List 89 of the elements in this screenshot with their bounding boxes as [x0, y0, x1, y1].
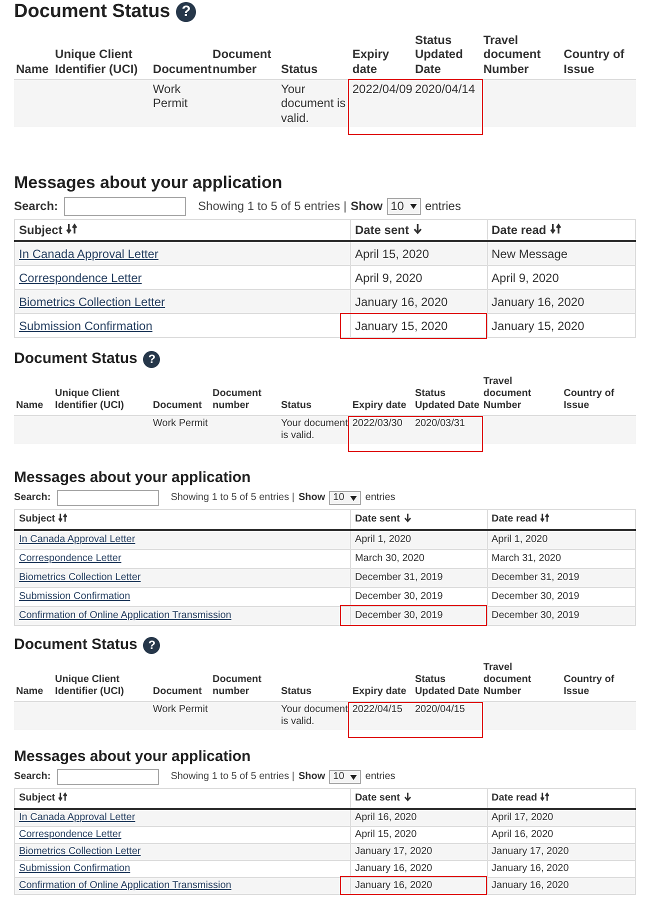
table-cell: December 30, 2019 — [487, 606, 636, 625]
column-header: Expiry date — [350, 660, 413, 702]
caret-icon — [350, 496, 358, 500]
caret-icon — [410, 204, 417, 209]
table-cell: Work Permit — [150, 702, 211, 730]
column-header: Status — [278, 30, 350, 80]
search-field[interactable] — [56, 490, 159, 506]
page-size-select[interactable]: 10 — [329, 491, 362, 505]
table-cell: 2020/04/14 — [412, 79, 482, 128]
table-cell: January 16, 2020 — [487, 860, 636, 877]
table-cell: 2020/03/31 — [412, 416, 482, 444]
table-cell: 2022/04/15 — [350, 702, 413, 730]
table-cell: April 16, 2020 — [487, 826, 636, 843]
table-cell: 2022/04/09 — [350, 79, 413, 128]
table-cell: January 16, 2020 — [487, 290, 636, 314]
column-header: Document — [150, 30, 211, 80]
table-cell: April 15, 2020 — [350, 826, 488, 843]
table-cell: Your document is valid. — [278, 79, 350, 128]
section-heading: Document Status — [14, 0, 170, 24]
help-icon[interactable]: ? — [176, 2, 196, 22]
table-cell: December 30, 2019 — [487, 587, 636, 606]
search-field[interactable] — [56, 769, 159, 785]
help-icon[interactable]: ? — [143, 636, 160, 654]
column-header: Travel document Number — [481, 30, 562, 80]
section-heading: Messages about your application — [14, 748, 252, 766]
entries-info: Showing 1 to 5 of 5 entries | — [198, 199, 347, 214]
column-header: Status Updated Date — [412, 30, 482, 80]
sort-descending-icon — [412, 223, 424, 235]
column-header: Document number — [210, 30, 279, 80]
entries-info: Showing 1 to 5 of 5 entries | — [170, 492, 294, 504]
message-link[interactable]: Submission Confirmation — [19, 590, 130, 602]
section-heading: Document Status — [14, 349, 138, 368]
message-link[interactable]: In Canada Approval Letter — [19, 534, 136, 544]
column-header: Expiry date — [350, 374, 413, 416]
section-heading: Messages about your application — [14, 173, 284, 194]
page-size-select[interactable]: 10 — [386, 198, 421, 215]
entries-label: entries — [365, 771, 396, 783]
table-cell: March 30, 2020 — [350, 549, 488, 568]
search-label: Search: — [14, 771, 51, 783]
column-header: Status Updated Date — [412, 374, 482, 416]
sort-icon — [540, 513, 550, 522]
table-cell: January 16, 2020 — [350, 290, 488, 314]
table-cell: January 16, 2020 — [350, 860, 488, 877]
column-header: Status Updated Date — [412, 660, 482, 702]
sort-icon — [540, 792, 550, 802]
table-cell: New Message — [487, 241, 636, 266]
table-cell: April 15, 2020 — [350, 241, 488, 266]
search-field[interactable] — [64, 196, 186, 216]
search-label: Search: — [14, 492, 51, 504]
column-header: Unique Client Identifier (UCI) — [53, 30, 151, 80]
table-cell: March 31, 2020 — [487, 549, 636, 568]
sort-descending-icon — [402, 792, 412, 802]
sort-icon — [66, 223, 78, 235]
table-cell: January 17, 2020 — [487, 843, 636, 860]
table-cell: January 17, 2020 — [350, 843, 488, 860]
table-cell: January 16, 2020 — [350, 877, 488, 894]
help-icon[interactable]: ? — [143, 350, 160, 368]
table-cell: Your document is valid. — [278, 416, 350, 444]
table-cell: 2020/04/15 — [412, 702, 482, 730]
column-header: Expiry date — [350, 30, 413, 80]
entries-info: Showing 1 to 5 of 5 entries | — [170, 771, 294, 783]
table-cell: December 30, 2019 — [350, 606, 488, 625]
message-link[interactable]: Correspondence Letter — [19, 552, 122, 564]
page-size-select[interactable]: 10 — [329, 770, 362, 784]
caret-icon — [350, 774, 358, 780]
section-heading: Document Status — [14, 635, 138, 654]
table-cell: January 15, 2020 — [487, 314, 636, 338]
table-cell: January 16, 2020 — [487, 877, 636, 894]
sort-descending-icon — [402, 513, 412, 522]
table-cell: Work Permit — [150, 79, 211, 128]
entries-label: entries — [365, 492, 396, 504]
sort-icon — [58, 792, 68, 802]
column-header: Name — [14, 30, 54, 80]
search-label: Search: — [14, 199, 58, 214]
table-cell: December 31, 2019 — [350, 568, 488, 587]
table-cell: December 31, 2019 — [487, 568, 636, 587]
sort-icon — [550, 223, 561, 235]
table-cell: Work Permit — [150, 416, 211, 444]
table-cell: 2022/03/30 — [350, 416, 413, 444]
table-cell: Your document is valid. — [278, 702, 350, 730]
show-label: Show — [298, 771, 326, 783]
message-link[interactable]: Correspondence Letter — [19, 828, 122, 840]
show-label: Show — [350, 199, 383, 214]
sort-icon — [58, 513, 68, 522]
entries-label: entries — [424, 199, 461, 214]
show-label: Show — [298, 492, 326, 504]
column-header: Country of Issue — [562, 30, 636, 80]
section-heading: Messages about your application — [14, 469, 252, 487]
table-cell: December 30, 2019 — [350, 587, 488, 606]
